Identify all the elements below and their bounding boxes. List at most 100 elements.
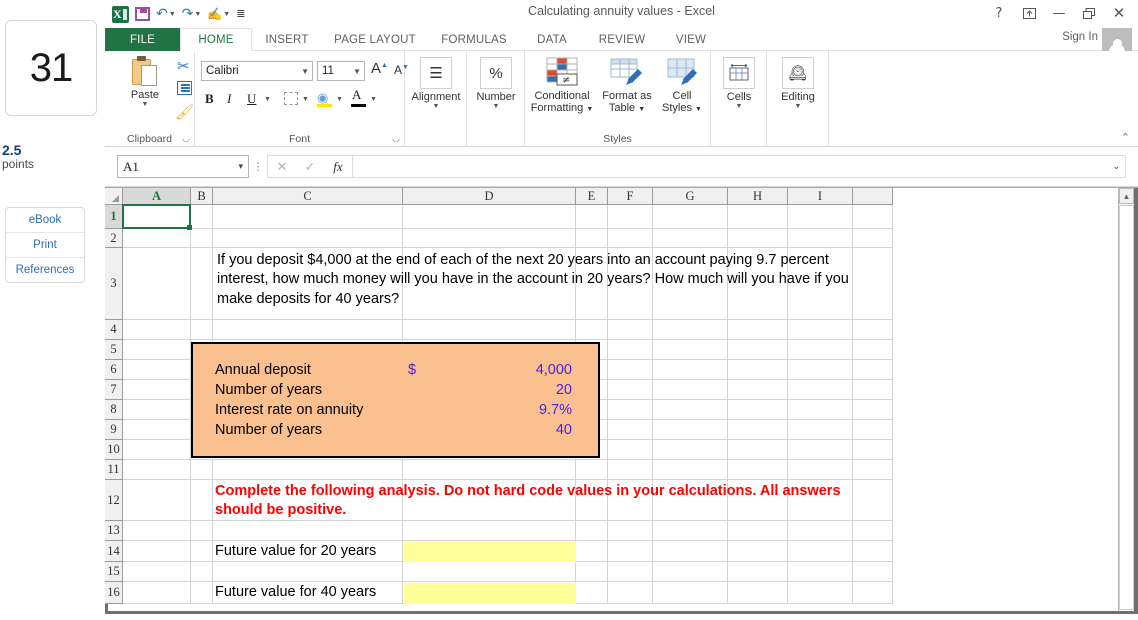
column-header-b[interactable]: B [191,188,213,205]
input-value-3[interactable]: 40 [407,421,572,441]
cell-B11[interactable] [191,460,213,480]
column-header-d[interactable]: D [403,188,576,205]
cell-B13[interactable] [191,521,213,541]
row-header-3[interactable]: 3 [105,248,123,320]
cell-I15[interactable] [788,562,853,582]
cell-F11[interactable] [608,460,653,480]
row-header-6[interactable]: 6 [105,360,123,380]
cell-A9[interactable] [123,420,191,440]
input-value-2[interactable]: 9.7% [407,401,572,421]
cell-x10[interactable] [853,440,893,460]
cell-I7[interactable] [788,380,853,400]
cell-I11[interactable] [788,460,853,480]
cell-A3[interactable] [123,248,191,320]
cell-C1[interactable] [213,205,403,229]
cell-I8[interactable] [788,400,853,420]
cell-F7[interactable] [608,380,653,400]
vertical-scrollbar[interactable]: ▲ [1118,188,1134,614]
cell-A13[interactable] [123,521,191,541]
cell-H1[interactable] [728,205,788,229]
cell-x14[interactable] [853,541,893,562]
number-button[interactable]: % Number ▼ [464,57,528,110]
cell-F13[interactable] [608,521,653,541]
row-header-12[interactable]: 12 [105,480,123,521]
cell-A10[interactable] [123,440,191,460]
fill-color-dropdown-icon[interactable]: ▼ [336,95,343,103]
cell-G11[interactable] [653,460,728,480]
cut-icon[interactable]: ✂ [177,57,190,75]
cell-I9[interactable] [788,420,853,440]
cell-A8[interactable] [123,400,191,420]
cell-I13[interactable] [788,521,853,541]
minimize-icon[interactable]: — [1044,2,1074,24]
cell-D11[interactable] [403,460,576,480]
cell-C13[interactable] [213,521,403,541]
cell-G16[interactable] [653,582,728,604]
cell-E2[interactable] [576,229,608,248]
cell-B16[interactable] [191,582,213,604]
column-header-extra[interactable] [853,188,893,205]
alignment-button[interactable]: ☰ Alignment ▼ [404,57,468,110]
cell-I6[interactable] [788,360,853,380]
cell-F8[interactable] [608,400,653,420]
cell-A6[interactable] [123,360,191,380]
cell-G1[interactable] [653,205,728,229]
cell-B4[interactable] [191,320,213,340]
cell-B3[interactable] [191,248,213,320]
cell-F16[interactable] [608,582,653,604]
cell-F15[interactable] [608,562,653,582]
row-header-5[interactable]: 5 [105,340,123,360]
underline-button[interactable]: U [247,91,256,107]
close-icon[interactable]: ✕ [1104,2,1134,24]
cell-F2[interactable] [608,229,653,248]
font-name-box[interactable]: Calibri ▼ [201,61,313,81]
cell-G15[interactable] [653,562,728,582]
collapse-ribbon-icon[interactable]: ⌃ [1121,131,1130,144]
row-header-9[interactable]: 9 [105,420,123,440]
bold-button[interactable]: B [205,91,214,107]
alignment-dropdown-icon[interactable]: ▼ [404,103,468,110]
cell-I10[interactable] [788,440,853,460]
restore-icon[interactable] [1074,2,1104,24]
cell-B14[interactable] [191,541,213,562]
cell-E11[interactable] [576,460,608,480]
font-size-dropdown-icon[interactable]: ▼ [353,67,361,76]
cell-H14[interactable] [728,541,788,562]
cell-x15[interactable] [853,562,893,582]
cell-x2[interactable] [853,229,893,248]
tab-insert[interactable]: INSERT [252,28,322,51]
row-header-7[interactable]: 7 [105,380,123,400]
cell-H2[interactable] [728,229,788,248]
conditional-formatting-button[interactable]: ≠ Conditional Formatting ▼ [529,57,595,114]
cell-H13[interactable] [728,521,788,541]
help-icon[interactable]: ? [984,2,1014,24]
cell-E14[interactable] [576,541,608,562]
input-value-0[interactable]: 4,000 [407,361,572,381]
row-header-14[interactable]: 14 [105,541,123,562]
cell-C2[interactable] [213,229,403,248]
scroll-up-icon[interactable]: ▲ [1119,188,1134,204]
cell-H5[interactable] [728,340,788,360]
cell-I1[interactable] [788,205,853,229]
row-header-1[interactable]: 1 [105,205,123,229]
font-name-dropdown-icon[interactable]: ▼ [301,67,309,76]
cell-I4[interactable] [788,320,853,340]
format-painter-icon[interactable]: 🖌 [175,103,194,121]
format-as-table-button[interactable]: Format as Table ▼ [597,57,657,114]
column-header-c[interactable]: C [213,188,403,205]
cell-G7[interactable] [653,380,728,400]
tab-view[interactable]: VIEW [660,28,722,51]
print-link[interactable]: Print [6,233,84,258]
cells-button[interactable]: Cells ▼ [707,57,771,110]
paste-dropdown-icon[interactable]: ▼ [119,101,171,108]
tab-home[interactable]: HOME [180,28,252,52]
sign-in-button[interactable]: Sign In [1062,31,1098,43]
cell-x9[interactable] [853,420,893,440]
clipboard-dialog-launcher-icon[interactable]: ◡ [182,133,190,144]
enter-icon[interactable]: ✓ [296,159,324,175]
cell-C15[interactable] [213,562,403,582]
font-size-box[interactable]: 11 ▼ [317,61,365,81]
cell-G9[interactable] [653,420,728,440]
cell-F14[interactable] [608,541,653,562]
cell-I2[interactable] [788,229,853,248]
